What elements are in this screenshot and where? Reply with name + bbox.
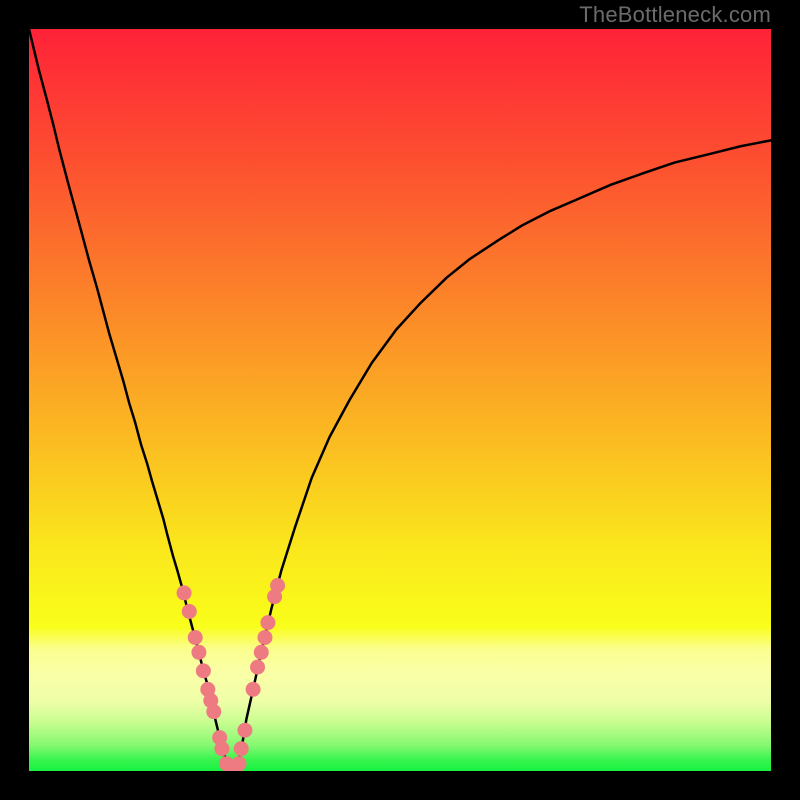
data-point: [250, 660, 265, 675]
data-point: [257, 630, 272, 645]
chart-frame: TheBottleneck.com: [0, 0, 800, 800]
data-point: [214, 741, 229, 756]
data-point: [188, 630, 203, 645]
data-point: [231, 756, 246, 771]
data-point: [177, 585, 192, 600]
data-point: [234, 741, 249, 756]
data-point: [182, 604, 197, 619]
data-point: [254, 645, 269, 660]
data-point: [206, 704, 221, 719]
chart-svg: [29, 29, 771, 771]
data-point: [260, 615, 275, 630]
watermark-text: TheBottleneck.com: [579, 2, 771, 28]
data-point: [196, 663, 211, 678]
data-point: [270, 578, 285, 593]
data-point: [191, 645, 206, 660]
plot-area: [29, 29, 771, 771]
data-point: [237, 723, 252, 738]
data-point: [246, 682, 261, 697]
bottleneck-curve: [29, 29, 771, 771]
